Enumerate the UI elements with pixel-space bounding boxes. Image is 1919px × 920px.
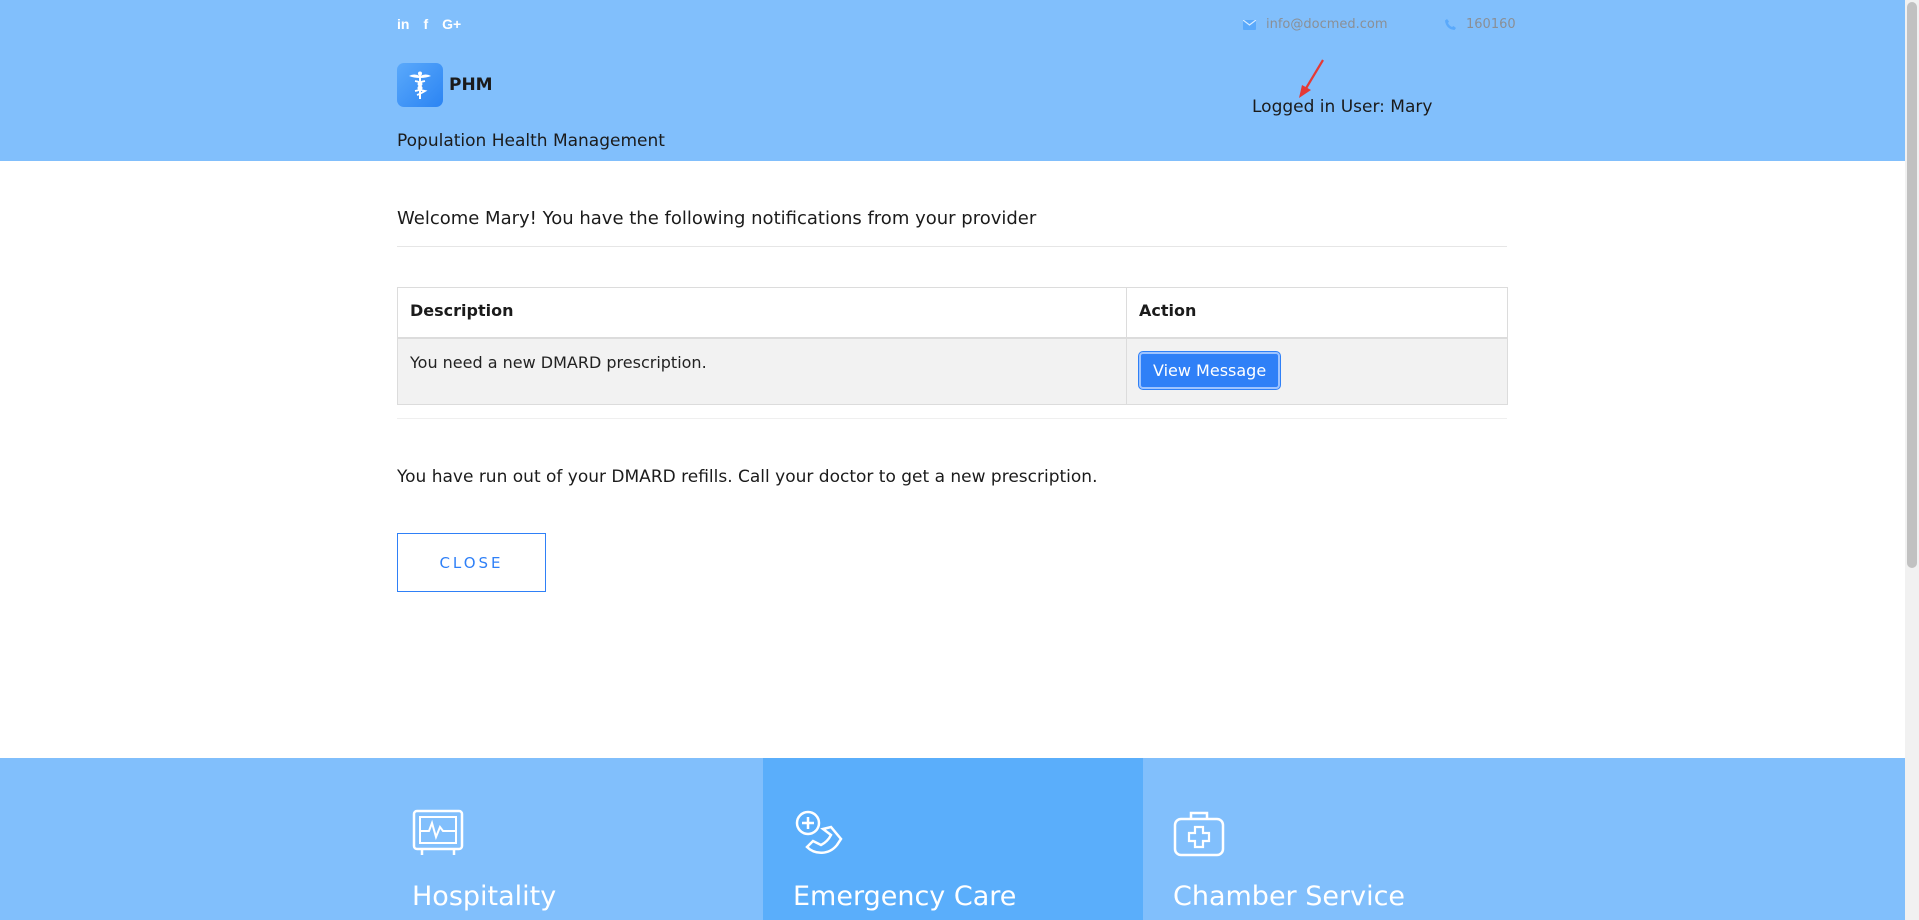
service-title: Emergency Care — [793, 881, 1017, 912]
social-links: in f G+ — [397, 16, 461, 32]
phone-icon — [1445, 19, 1456, 30]
table-row: You need a new DMARD prescription. View … — [397, 337, 1508, 405]
phone-text: 160160 — [1466, 17, 1516, 32]
notifications-table: Description Action You need a new DMARD … — [397, 287, 1508, 405]
service-card-hospitality[interactable]: Hospitality — [0, 758, 763, 920]
caduceus-logo-icon — [397, 63, 443, 107]
row-description: You need a new DMARD prescription. — [397, 337, 1127, 405]
email-text: info@docmed.com — [1266, 17, 1388, 32]
brand[interactable]: PHM — [397, 63, 493, 107]
logged-in-user: Logged in User: Mary — [1252, 97, 1433, 117]
first-aid-kit-icon — [1173, 811, 1225, 857]
monitor-pulse-icon — [412, 809, 464, 855]
envelope-icon — [1243, 19, 1256, 30]
notification-message: You have run out of your DMARD refills. … — [397, 467, 1098, 487]
linkedin-icon[interactable]: in — [397, 16, 409, 32]
column-header-action: Action — [1126, 287, 1508, 339]
welcome-heading: Welcome Mary! You have the following not… — [397, 208, 1037, 229]
service-card-emergency-care[interactable]: Emergency Care — [763, 758, 1143, 920]
service-card-chamber-service[interactable]: Chamber Service — [1143, 758, 1905, 920]
divider — [397, 246, 1507, 247]
tagline: Population Health Management — [397, 131, 665, 151]
view-message-button[interactable]: View Message — [1139, 351, 1281, 389]
close-button[interactable]: CLOSE — [397, 533, 546, 592]
phone-medical-icon — [795, 810, 843, 854]
contact-email[interactable]: info@docmed.com — [1243, 17, 1388, 32]
annotation-arrow-icon — [1299, 59, 1324, 98]
row-action-cell: View Message — [1126, 337, 1508, 405]
divider — [397, 418, 1507, 419]
service-title: Hospitality — [412, 881, 557, 912]
column-header-description: Description — [397, 287, 1127, 339]
google-plus-icon[interactable]: G+ — [442, 16, 461, 32]
facebook-icon[interactable]: f — [423, 16, 428, 32]
services-strip: Hospitality Emergency Care Chamber Servi… — [0, 758, 1905, 920]
contact-phone[interactable]: 160160 — [1445, 17, 1516, 32]
site-header: in f G+ info@docmed.com 160160 PHM Popul… — [0, 0, 1905, 161]
service-title: Chamber Service — [1173, 881, 1406, 912]
table-header-row: Description Action — [397, 287, 1508, 339]
brand-name: PHM — [449, 75, 493, 95]
vertical-scrollbar[interactable] — [1905, 0, 1919, 920]
scrollbar-thumb[interactable] — [1907, 2, 1917, 568]
